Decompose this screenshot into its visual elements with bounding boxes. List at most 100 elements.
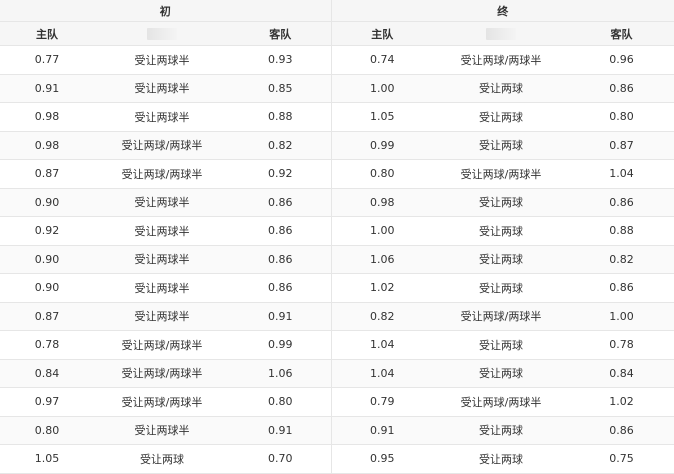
initial-handicap-cell: 受让两球半 [94, 302, 230, 331]
initial-home-cell: 0.97 [0, 387, 94, 417]
initial-home-cell: 0.77 [0, 45, 94, 75]
final-group-header: 终 [330, 0, 674, 22]
initial-group-header: 初 [0, 0, 332, 22]
final-away-cell: 1.00 [569, 302, 674, 331]
final-handicap-cell: 受让两球 [433, 330, 570, 360]
table-row: 0.90 受让两球半 0.86 0.98 受让两球 0.86 [0, 188, 674, 217]
initial-away-cell: 0.99 [230, 330, 332, 360]
final-away-cell: 0.87 [569, 131, 674, 160]
initial-handicap-cell: 受让两球/两球半 [94, 131, 230, 160]
final-home-cell: 0.91 [330, 416, 434, 445]
final-home-cell: 1.00 [330, 74, 434, 103]
final-home-cell: 1.04 [330, 359, 434, 388]
table-row: 1.05 受让两球 0.70 0.95 受让两球 0.75 [0, 444, 674, 474]
initial-handicap-cell: 受让两球半 [94, 216, 230, 246]
table-row: 0.98 受让两球半 0.88 1.05 受让两球 0.80 [0, 102, 674, 132]
final-handicap-cell: 受让两球 [433, 188, 570, 217]
final-home-cell: 1.00 [330, 216, 434, 246]
final-home-cell: 0.74 [330, 45, 434, 75]
final-handicap-cell: 受让两球 [433, 216, 570, 246]
final-handicap-cell: 受让两球 [433, 131, 570, 160]
blurred-placeholder-icon [147, 28, 177, 40]
initial-home-cell: 0.91 [0, 74, 94, 103]
initial-away-cell: 0.85 [230, 74, 332, 103]
initial-handicap-cell: 受让两球/两球半 [94, 387, 230, 417]
final-home-cell: 0.99 [330, 131, 434, 160]
initial-away-cell: 0.80 [230, 387, 332, 417]
final-handicap-cell: 受让两球 [433, 74, 570, 103]
final-away-cell: 0.86 [569, 416, 674, 445]
table-row: 0.91 受让两球半 0.85 1.00 受让两球 0.86 [0, 74, 674, 103]
initial-handicap-cell: 受让两球半 [94, 188, 230, 217]
initial-home-header: 主队 [0, 21, 94, 46]
initial-home-cell: 0.87 [0, 302, 94, 331]
final-away-cell: 0.86 [569, 74, 674, 103]
table-row: 0.78 受让两球/两球半 0.99 1.04 受让两球 0.78 [0, 330, 674, 360]
blurred-placeholder-icon [486, 28, 517, 40]
final-away-cell: 0.88 [569, 216, 674, 246]
initial-away-cell: 0.86 [230, 188, 332, 217]
final-handicap-cell: 受让两球 [433, 444, 570, 474]
final-away-cell: 0.96 [569, 45, 674, 75]
initial-home-cell: 0.92 [0, 216, 94, 246]
final-away-cell: 0.75 [569, 444, 674, 474]
table-row: 0.90 受让两球半 0.86 1.06 受让两球 0.82 [0, 245, 674, 274]
table-row: 0.80 受让两球半 0.91 0.91 受让两球 0.86 [0, 416, 674, 445]
final-away-cell: 0.78 [569, 330, 674, 360]
final-handicap-cell: 受让两球 [433, 273, 570, 303]
table-row: 0.87 受让两球/两球半 0.92 0.80 受让两球/两球半 1.04 [0, 159, 674, 189]
final-away-cell: 0.80 [569, 102, 674, 132]
final-home-cell: 0.98 [330, 188, 434, 217]
final-home-cell: 1.02 [330, 273, 434, 303]
final-away-cell: 0.86 [569, 188, 674, 217]
table-row: 0.84 受让两球/两球半 1.06 1.04 受让两球 0.84 [0, 359, 674, 388]
initial-handicap-cell: 受让两球 [94, 444, 230, 474]
final-away-cell: 0.84 [569, 359, 674, 388]
final-home-cell: 0.80 [330, 159, 434, 189]
initial-away-cell: 0.70 [230, 444, 332, 474]
initial-away-cell: 0.86 [230, 216, 332, 246]
final-away-cell: 0.86 [569, 273, 674, 303]
initial-handicap-cell: 受让两球半 [94, 74, 230, 103]
final-home-cell: 1.05 [330, 102, 434, 132]
initial-handicap-cell: 受让两球半 [94, 245, 230, 274]
initial-home-cell: 0.80 [0, 416, 94, 445]
initial-away-cell: 0.86 [230, 245, 332, 274]
initial-handicap-cell: 受让两球半 [94, 416, 230, 445]
initial-home-cell: 1.05 [0, 444, 94, 474]
initial-away-cell: 0.93 [230, 45, 332, 75]
initial-home-cell: 0.78 [0, 330, 94, 360]
final-handicap-cell: 受让两球/两球半 [433, 159, 570, 189]
final-away-header: 客队 [569, 21, 674, 46]
final-handicap-cell: 受让两球 [433, 416, 570, 445]
initial-away-header: 客队 [230, 21, 332, 46]
final-home-cell: 1.04 [330, 330, 434, 360]
initial-away-cell: 0.88 [230, 102, 332, 132]
initial-home-cell: 0.84 [0, 359, 94, 388]
final-home-header: 主队 [330, 21, 434, 46]
initial-handicap-cell: 受让两球半 [94, 45, 230, 75]
final-handicap-cell: 受让两球 [433, 245, 570, 274]
final-away-cell: 0.82 [569, 245, 674, 274]
final-handicap-cell: 受让两球/两球半 [433, 45, 570, 75]
initial-home-cell: 0.90 [0, 245, 94, 274]
final-home-cell: 0.82 [330, 302, 434, 331]
column-header-row: 主队 客队 主队 客队 [0, 21, 674, 46]
final-handicap-header [433, 21, 570, 46]
initial-away-cell: 0.91 [230, 302, 332, 331]
initial-home-cell: 0.90 [0, 188, 94, 217]
initial-home-cell: 0.87 [0, 159, 94, 189]
initial-away-cell: 0.92 [230, 159, 332, 189]
initial-home-cell: 0.98 [0, 131, 94, 160]
initial-handicap-cell: 受让两球/两球半 [94, 330, 230, 360]
initial-away-cell: 0.82 [230, 131, 332, 160]
table-row: 0.97 受让两球/两球半 0.80 0.79 受让两球/两球半 1.02 [0, 387, 674, 417]
initial-handicap-header [94, 21, 230, 46]
initial-handicap-cell: 受让两球/两球半 [94, 359, 230, 388]
table-row: 0.98 受让两球/两球半 0.82 0.99 受让两球 0.87 [0, 131, 674, 160]
final-home-cell: 0.95 [330, 444, 434, 474]
odds-table-body: 0.77 受让两球半 0.93 0.74 受让两球/两球半 0.96 0.91 受让两球半 0.… [0, 45, 674, 474]
final-away-cell: 1.04 [569, 159, 674, 189]
initial-away-cell: 1.06 [230, 359, 332, 388]
final-away-cell: 1.02 [569, 387, 674, 417]
